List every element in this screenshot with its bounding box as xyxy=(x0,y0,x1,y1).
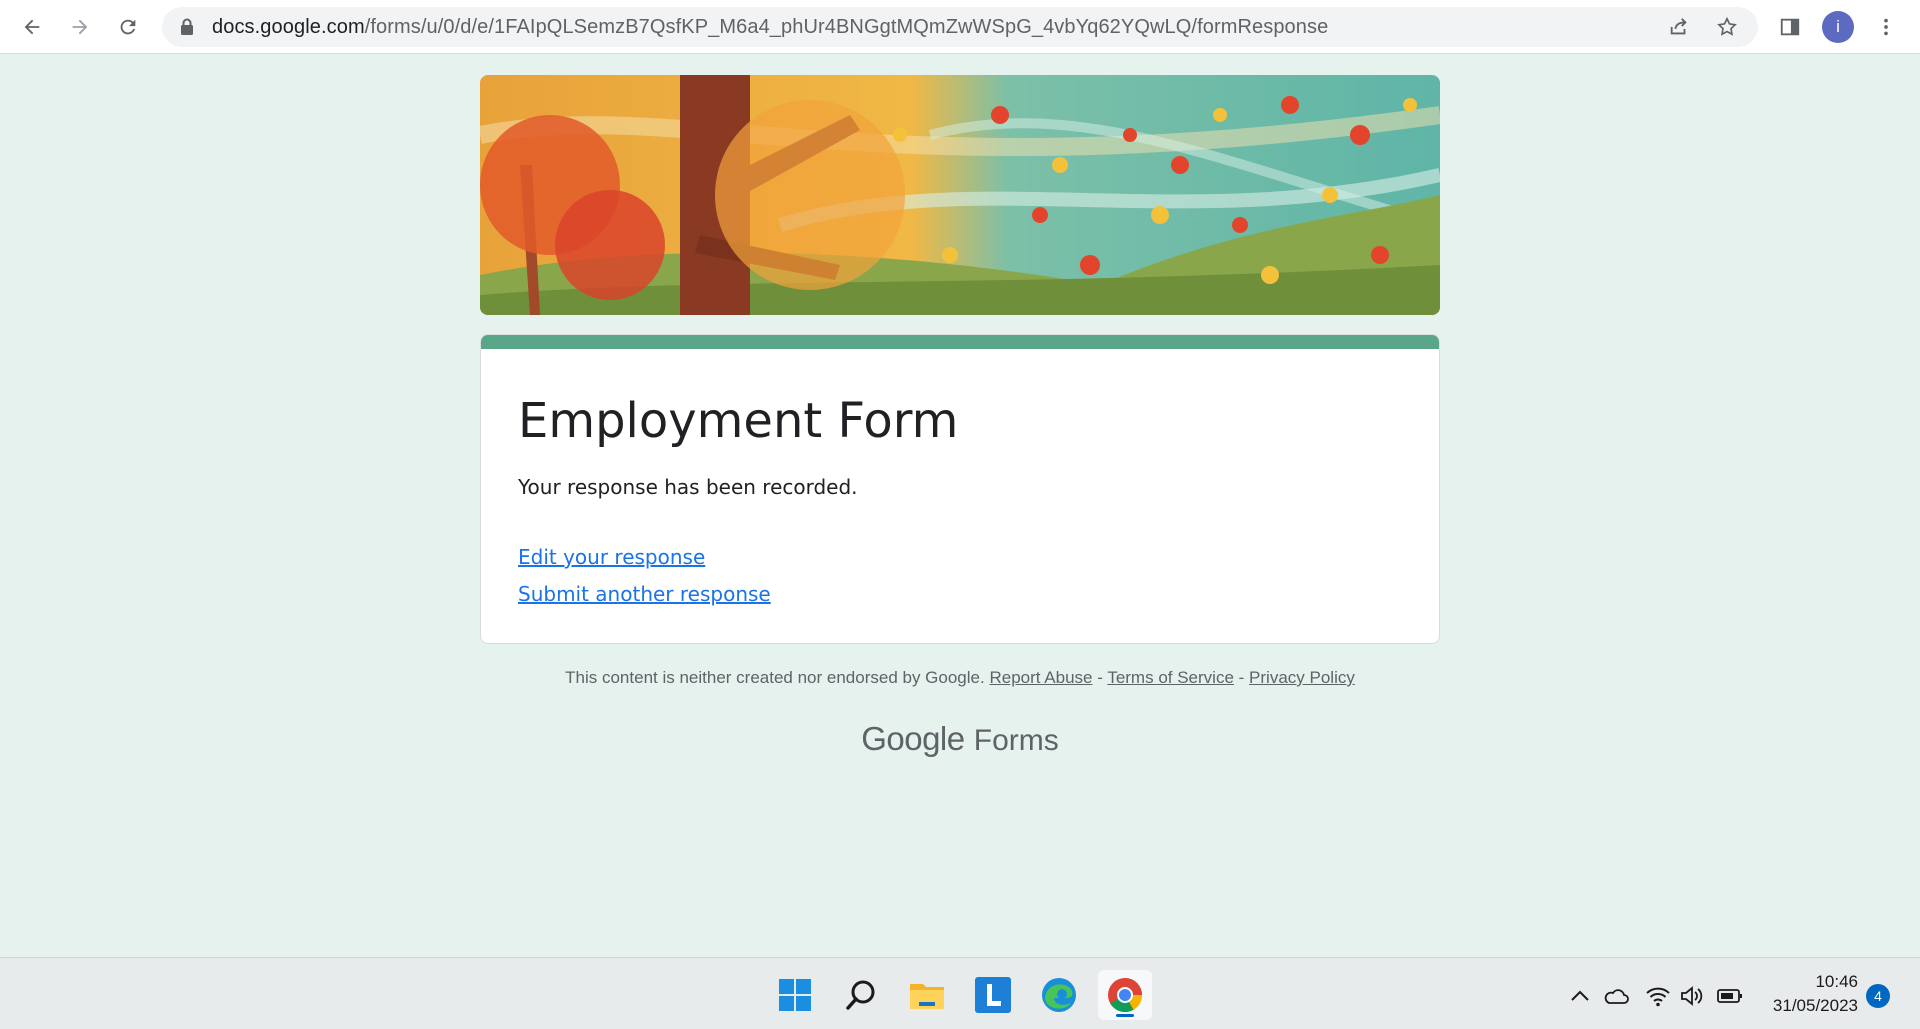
chevron-up-icon xyxy=(1571,990,1589,1001)
report-abuse-link[interactable]: Report Abuse xyxy=(989,668,1092,687)
back-button[interactable] xyxy=(14,9,50,45)
profile-button[interactable]: i xyxy=(1820,9,1856,45)
wifi-button[interactable] xyxy=(1644,982,1672,1010)
back-arrow-icon xyxy=(24,19,40,35)
form-response-card: Employment Form Your response has been r… xyxy=(480,334,1440,644)
footer-separator: - xyxy=(1097,668,1103,687)
more-vert-icon xyxy=(1884,18,1888,36)
footer-separator: - xyxy=(1238,668,1245,687)
form-title: Employment Form xyxy=(518,393,959,449)
autumn-banner-illustration xyxy=(480,75,1440,315)
forward-arrow-icon xyxy=(72,19,88,35)
edge-icon xyxy=(1042,978,1076,1012)
windows-taskbar: 10:46 31/05/2023 4 xyxy=(0,957,1920,1029)
clock[interactable]: 10:46 31/05/2023 xyxy=(1752,970,1858,1018)
card-accent-bar xyxy=(481,335,1439,349)
show-hidden-icons-button[interactable] xyxy=(1566,982,1594,1010)
form-header-image xyxy=(480,75,1440,315)
share-button[interactable] xyxy=(1663,11,1695,43)
cloud-icon xyxy=(1604,989,1629,1004)
submit-another-response-link[interactable]: Submit another response xyxy=(518,582,771,606)
clock-date: 31/05/2023 xyxy=(1772,996,1858,1015)
reload-icon xyxy=(120,19,136,35)
file-explorer-button[interactable] xyxy=(900,970,954,1020)
edit-response-link[interactable]: Edit your response xyxy=(518,545,705,569)
active-app-indicator xyxy=(1116,1014,1134,1017)
chrome-button[interactable] xyxy=(1098,970,1152,1020)
privacy-policy-link[interactable]: Privacy Policy xyxy=(1249,668,1355,687)
volume-button[interactable] xyxy=(1678,982,1706,1010)
google-wordmark: Google xyxy=(861,720,965,757)
forward-button[interactable] xyxy=(62,9,98,45)
share-icon xyxy=(1670,18,1687,35)
edge-button[interactable] xyxy=(1032,970,1086,1020)
battery-icon xyxy=(1717,989,1742,1003)
terms-of-service-link[interactable]: Terms of Service xyxy=(1107,668,1234,687)
confirmation-message: Your response has been recorded. xyxy=(518,475,858,499)
search-icon xyxy=(846,980,875,1010)
address-bar[interactable]: docs.google.com/forms/u/0/d/e/1FAIpQLSem… xyxy=(162,7,1758,47)
onedrive-button[interactable] xyxy=(1602,982,1630,1010)
star-icon xyxy=(1717,16,1737,36)
search-button[interactable] xyxy=(834,970,888,1020)
lock-icon xyxy=(181,18,193,35)
url-text[interactable]: docs.google.com/forms/u/0/d/e/1FAIpQLSem… xyxy=(212,7,1328,47)
speaker-icon xyxy=(1681,986,1703,1006)
side-panel-icon xyxy=(1780,18,1800,36)
chrome-icon xyxy=(1108,978,1142,1012)
menu-button[interactable] xyxy=(1868,9,1904,45)
notification-badge[interactable]: 4 xyxy=(1866,984,1890,1008)
l-app-button[interactable] xyxy=(966,970,1020,1020)
avatar: i xyxy=(1822,11,1854,43)
disclaimer-text: This content is neither created nor endo… xyxy=(565,668,985,687)
wifi-icon xyxy=(1646,987,1670,1007)
start-icon xyxy=(779,979,811,1011)
forms-wordmark: Forms xyxy=(973,724,1059,757)
clock-time: 10:46 xyxy=(1815,972,1858,991)
form-footer: This content is neither created nor endo… xyxy=(480,668,1440,688)
battery-button[interactable] xyxy=(1716,982,1744,1010)
l-app-icon xyxy=(975,977,1011,1013)
bookmark-button[interactable] xyxy=(1711,11,1743,43)
reload-button[interactable] xyxy=(110,9,146,45)
start-button[interactable] xyxy=(768,970,822,1020)
side-panel-button[interactable] xyxy=(1772,9,1808,45)
google-forms-logo[interactable]: Google Forms xyxy=(480,720,1440,758)
file-explorer-icon xyxy=(910,984,944,1009)
browser-toolbar: docs.google.com/forms/u/0/d/e/1FAIpQLSem… xyxy=(0,0,1920,54)
